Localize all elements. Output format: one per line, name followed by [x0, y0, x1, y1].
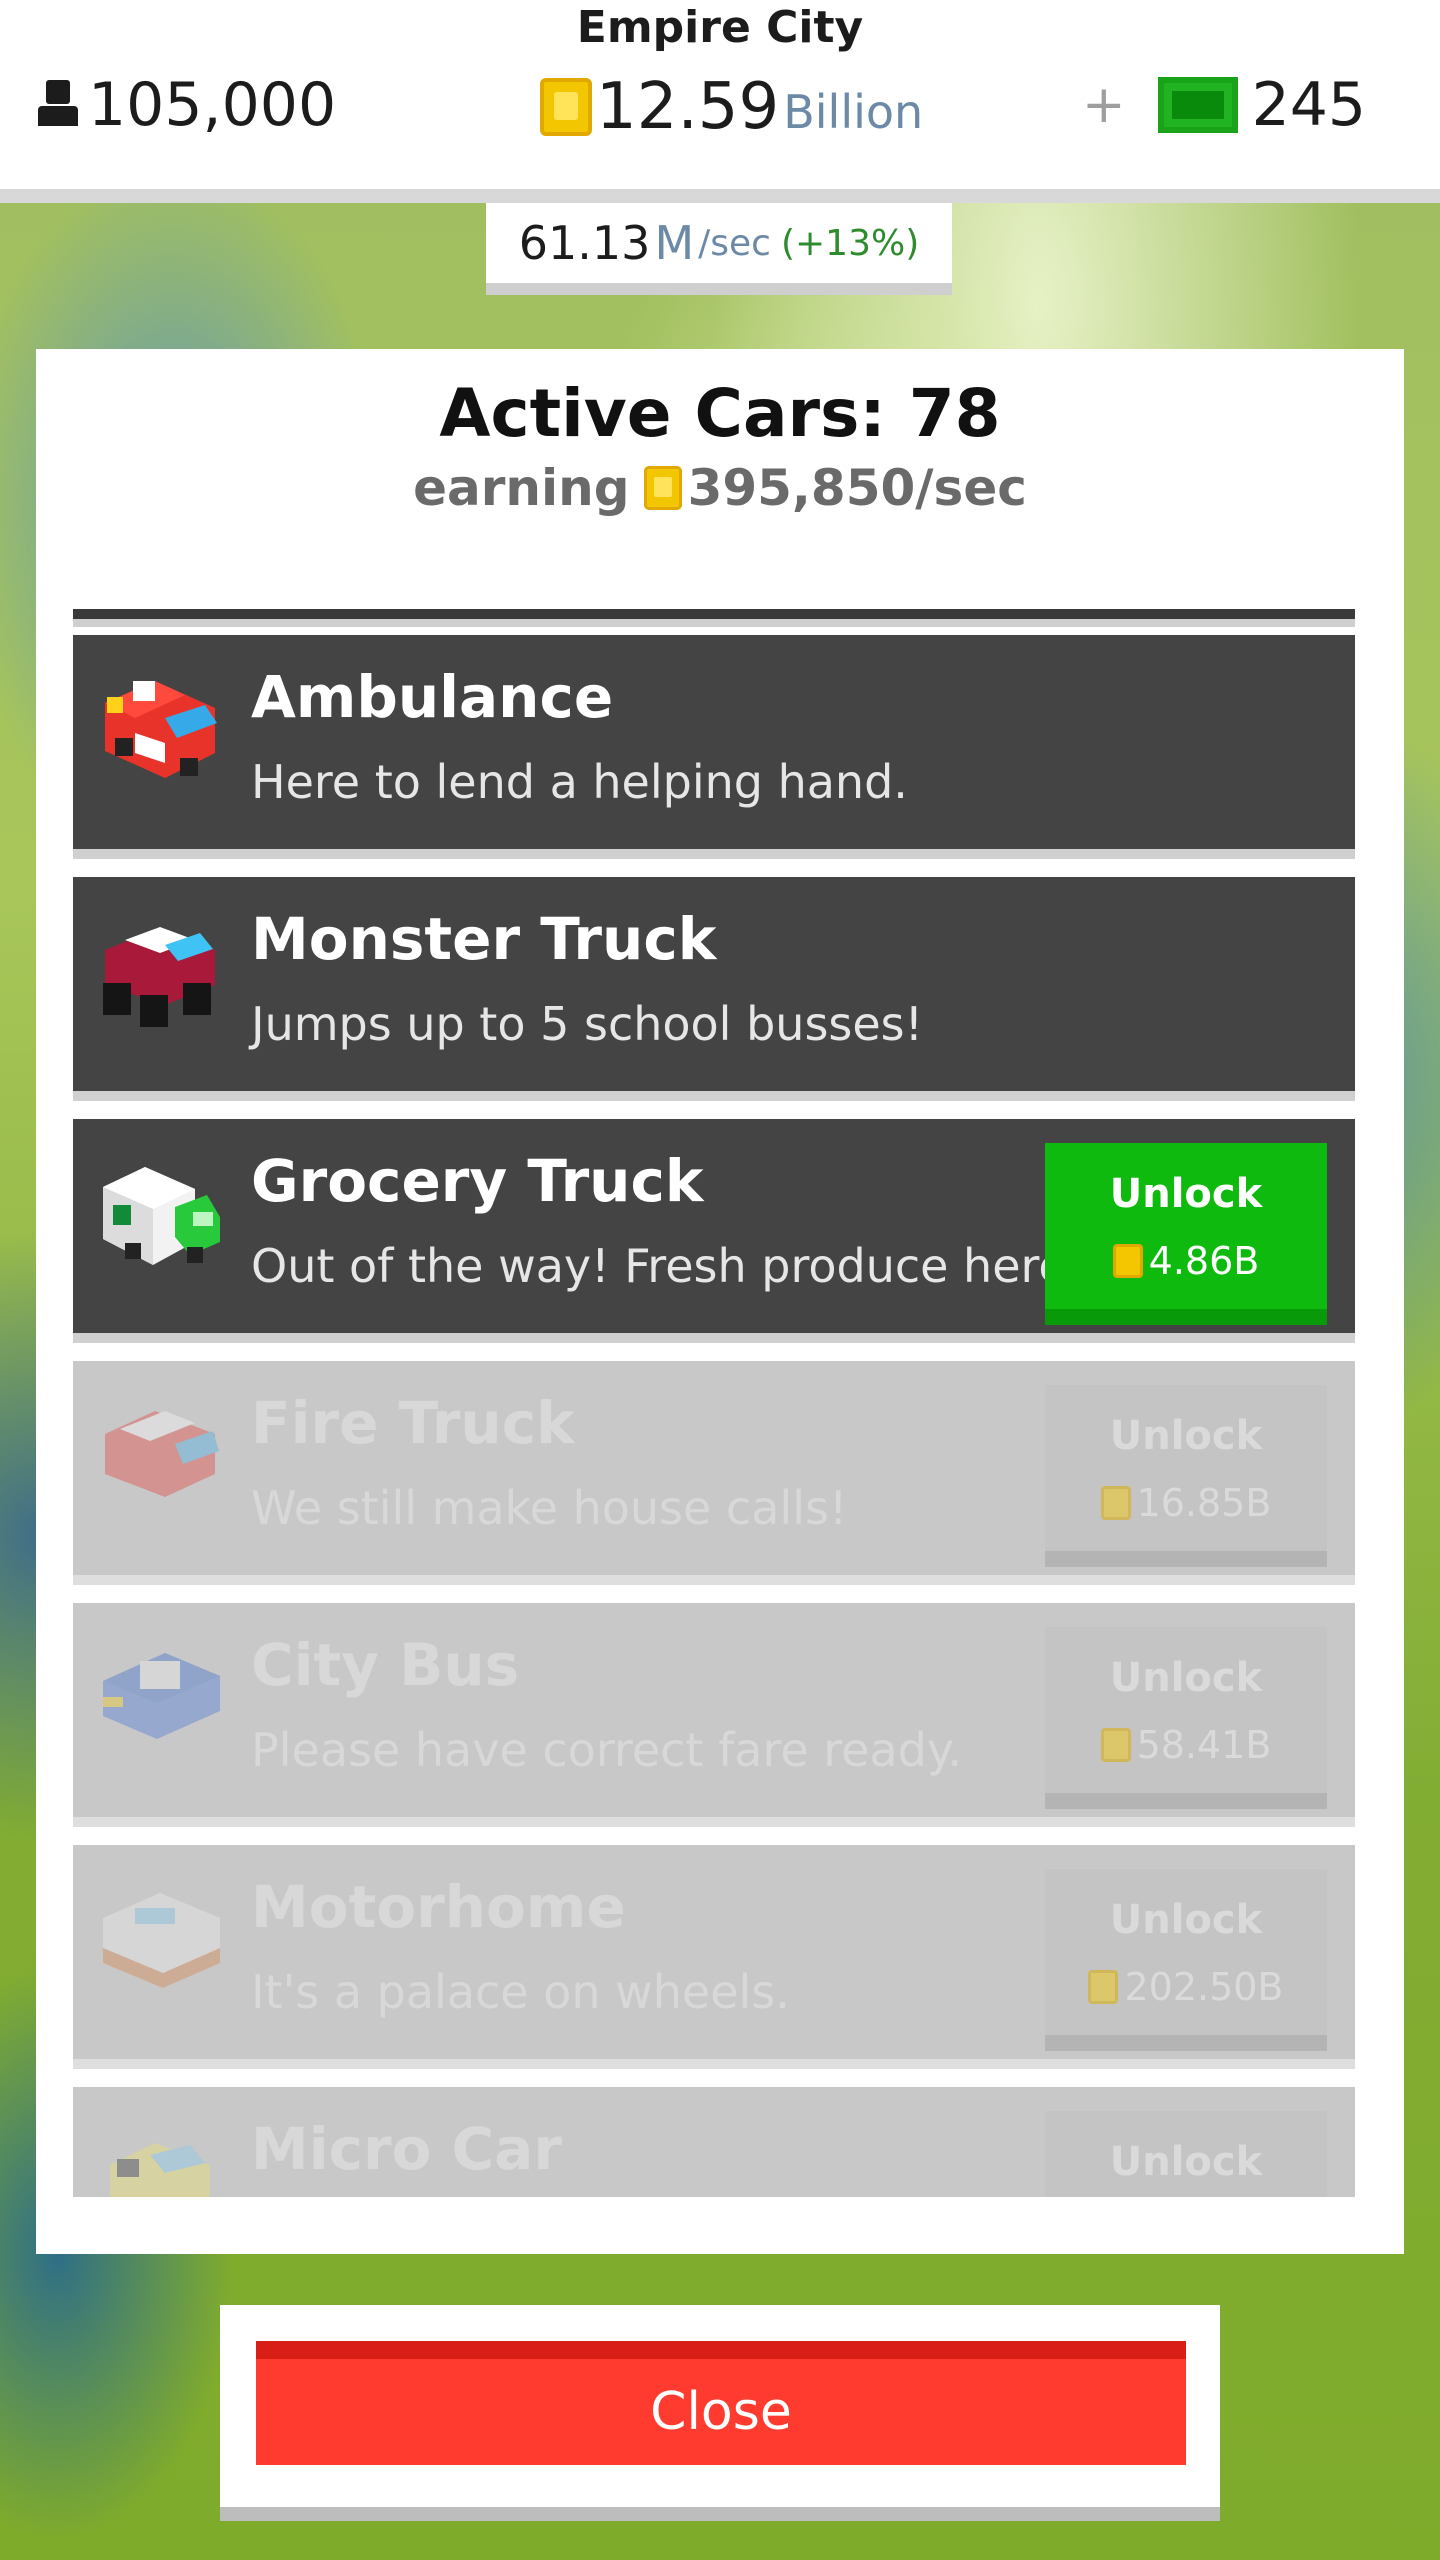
unlock-button[interactable]: Unlock 4.86B	[1045, 1143, 1327, 1325]
unlock-label: Unlock	[1109, 1413, 1263, 1459]
coin-icon	[1088, 1970, 1119, 2004]
price-value: 202.50B	[1124, 1965, 1284, 2009]
income-rate: 61.13 M /sec (+13%)	[486, 203, 952, 295]
coin-icon	[643, 466, 682, 510]
car-row-motorhome: Motorhome It's a palace on wheels. Unloc…	[73, 1845, 1355, 2069]
price-value: 4.86B	[1148, 1239, 1260, 1283]
motorhome-icon	[103, 1893, 220, 1988]
car-row-micro-car: Micro Car Unlock	[73, 2087, 1355, 2197]
coin-icon	[540, 78, 592, 136]
car-description: Jumps up to 5 school busses!	[251, 997, 924, 1051]
rate-boost: (+13%)	[780, 222, 920, 264]
coin-icon	[1100, 1486, 1131, 1520]
coins-counter: 12.59 Billion	[540, 70, 923, 144]
rate-per: /sec	[698, 222, 771, 264]
car-row-grocery-truck: Grocery Truck Out of the way! Fresh prod…	[73, 1119, 1355, 1343]
city-name: Empire City	[576, 2, 864, 53]
car-description: Please have correct fare ready.	[251, 1723, 963, 1777]
person-icon	[36, 80, 80, 130]
car-name: Fire Truck	[251, 1389, 575, 1457]
active-cars-panel: Active Cars: 78 earning 395,850/sec Ambu…	[36, 349, 1404, 2254]
cash-value: 245	[1251, 70, 1367, 140]
close-button-frame: Close	[220, 2305, 1220, 2521]
add-cash-icon[interactable]: +	[1082, 75, 1126, 135]
car-list[interactable]: Ambulance Here to lend a helping hand. M…	[73, 609, 1355, 2197]
cash-counter[interactable]: + 245	[1082, 70, 1366, 140]
coin-icon	[1112, 1244, 1143, 1278]
unlock-price: 58.41B	[1045, 1723, 1327, 1767]
rate-unit: M	[654, 216, 695, 270]
unlock-button[interactable]: Unlock 202.50B	[1045, 1869, 1327, 2051]
unlock-label: Unlock	[1109, 1655, 1263, 1701]
car-name: Ambulance	[251, 663, 614, 731]
city-bus-icon	[103, 1653, 220, 1739]
population-counter: 105,000	[36, 70, 336, 140]
cash-bill-icon	[1157, 77, 1238, 133]
car-description: We still make house calls!	[251, 1481, 848, 1535]
car-row-fire-truck: Fire Truck We still make house calls! Un…	[73, 1361, 1355, 1585]
top-bar: Empire City 105,000 12.59 Billion + 245	[0, 0, 1440, 203]
car-name: Motorhome	[251, 1873, 626, 1941]
earning-row: earning 395,850/sec	[36, 459, 1404, 517]
coins-amount: 12.59	[596, 70, 780, 144]
list-divider	[73, 609, 1355, 627]
unlock-price: 202.50B	[1045, 1965, 1327, 2009]
car-name: Grocery Truck	[251, 1147, 704, 1215]
panel-title: Active Cars: 78	[439, 375, 1001, 452]
grocery-truck-icon	[103, 1167, 220, 1265]
unlock-label: Unlock	[1109, 1171, 1263, 1217]
unlock-label: Unlock	[1109, 1897, 1263, 1943]
close-button[interactable]: Close	[256, 2341, 1186, 2465]
unlock-button[interactable]: Unlock 58.41B	[1045, 1627, 1327, 1809]
rate-value: 61.13	[518, 216, 651, 270]
car-row-ambulance: Ambulance Here to lend a helping hand.	[73, 635, 1355, 859]
unlock-price: 16.85B	[1045, 1481, 1327, 1525]
car-row-monster-truck: Monster Truck Jumps up to 5 school busse…	[73, 877, 1355, 1101]
monster-truck-icon	[103, 927, 215, 1027]
unlock-label: Unlock	[1109, 2139, 1263, 2185]
earning-value: 395,850/sec	[687, 459, 1027, 517]
car-description: Here to lend a helping hand.	[251, 755, 908, 809]
car-name: Monster Truck	[251, 905, 717, 973]
car-name: Micro Car	[251, 2115, 562, 2183]
ambulance-icon	[105, 681, 217, 778]
car-row-city-bus: City Bus Please have correct fare ready.…	[73, 1603, 1355, 1827]
micro-car-icon	[110, 2143, 210, 2197]
car-description: Out of the way! Fresh produce here!	[251, 1239, 1086, 1293]
car-description: It's a palace on wheels.	[251, 1965, 790, 2019]
price-value: 58.41B	[1136, 1723, 1272, 1767]
coins-unit: Billion	[783, 85, 924, 139]
unlock-button[interactable]: Unlock 16.85B	[1045, 1385, 1327, 1567]
unlock-button[interactable]: Unlock	[1045, 2111, 1327, 2197]
unlock-price: 4.86B	[1045, 1239, 1327, 1283]
price-value: 16.85B	[1136, 1481, 1272, 1525]
fire-truck-icon	[105, 1411, 219, 1497]
earning-label: earning	[413, 459, 630, 517]
coin-icon	[1100, 1728, 1131, 1762]
population-value: 105,000	[88, 70, 337, 140]
car-name: City Bus	[251, 1631, 520, 1699]
